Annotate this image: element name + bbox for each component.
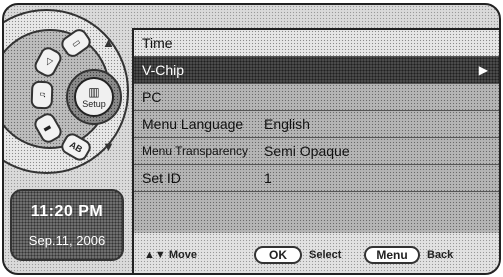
scroll-down-icon[interactable]: ▼ — [102, 139, 115, 154]
setup-icon-wrap: ▥ Setup — [74, 77, 114, 117]
menu-item-vchip[interactable]: V-Chip ▶ — [134, 57, 499, 84]
speaker-icon: ◁ — [41, 56, 54, 68]
clock-panel: 11:20 PM Sep.11, 2006 — [10, 189, 124, 261]
input-icon: ▮ — [42, 123, 54, 133]
menu-item-time[interactable]: Time — [134, 30, 499, 57]
menu-item-label: Menu Language — [142, 116, 244, 132]
back-hint: Back — [427, 249, 454, 261]
clock-time: 11:20 PM — [30, 203, 104, 220]
select-hint: Select — [309, 249, 342, 261]
menu-item-value: Semi Opaque — [264, 143, 350, 159]
menu-item-label: V-Chip — [142, 62, 185, 78]
menu-button[interactable]: Menu — [364, 246, 420, 264]
menu-item-label: PC — [142, 89, 162, 105]
menu-item-label: Time — [142, 35, 173, 51]
tv-menu-frame: ▭ ◁ ♫ ▮ AB ▥ Setup ▲ ▼ 11:20 PM Sep.11, … — [2, 3, 501, 275]
picture-icon: ▭ — [69, 36, 83, 50]
clock-date: Sep.11, 2006 — [28, 233, 106, 248]
menu-item-value: 1 — [264, 170, 272, 186]
menu-item-set-id[interactable]: Set ID 1 — [134, 165, 499, 192]
ab-icon: AB — [67, 139, 85, 155]
menu-item-label: Set ID — [142, 170, 181, 186]
scroll-up-icon[interactable]: ▲ — [102, 35, 115, 50]
menu-item-label: Menu Transparency — [142, 144, 249, 158]
setup-label: Setup — [82, 98, 106, 109]
channel-category-icon[interactable]: ♫ — [30, 80, 54, 110]
move-hint: ▲▼ Move — [144, 249, 197, 261]
menu-item-menu-transparency[interactable]: Menu Transparency Semi Opaque — [134, 138, 499, 165]
menu-footer: ▲▼ Move OK Select Menu Back — [132, 233, 499, 273]
menu-item-value: English — [264, 116, 310, 132]
chevron-right-icon: ▶ — [478, 63, 488, 77]
menu-item-pc[interactable]: PC — [134, 84, 499, 111]
setup-category-button[interactable]: ▥ Setup — [66, 69, 122, 125]
ok-button[interactable]: OK — [254, 246, 302, 264]
menu-item-menu-language[interactable]: Menu Language English — [134, 111, 499, 138]
antenna-icon: ♫ — [36, 91, 48, 99]
setup-icon: ▥ — [88, 84, 100, 99]
setup-menu: Time V-Chip ▶ PC Menu Language English M… — [132, 28, 499, 233]
